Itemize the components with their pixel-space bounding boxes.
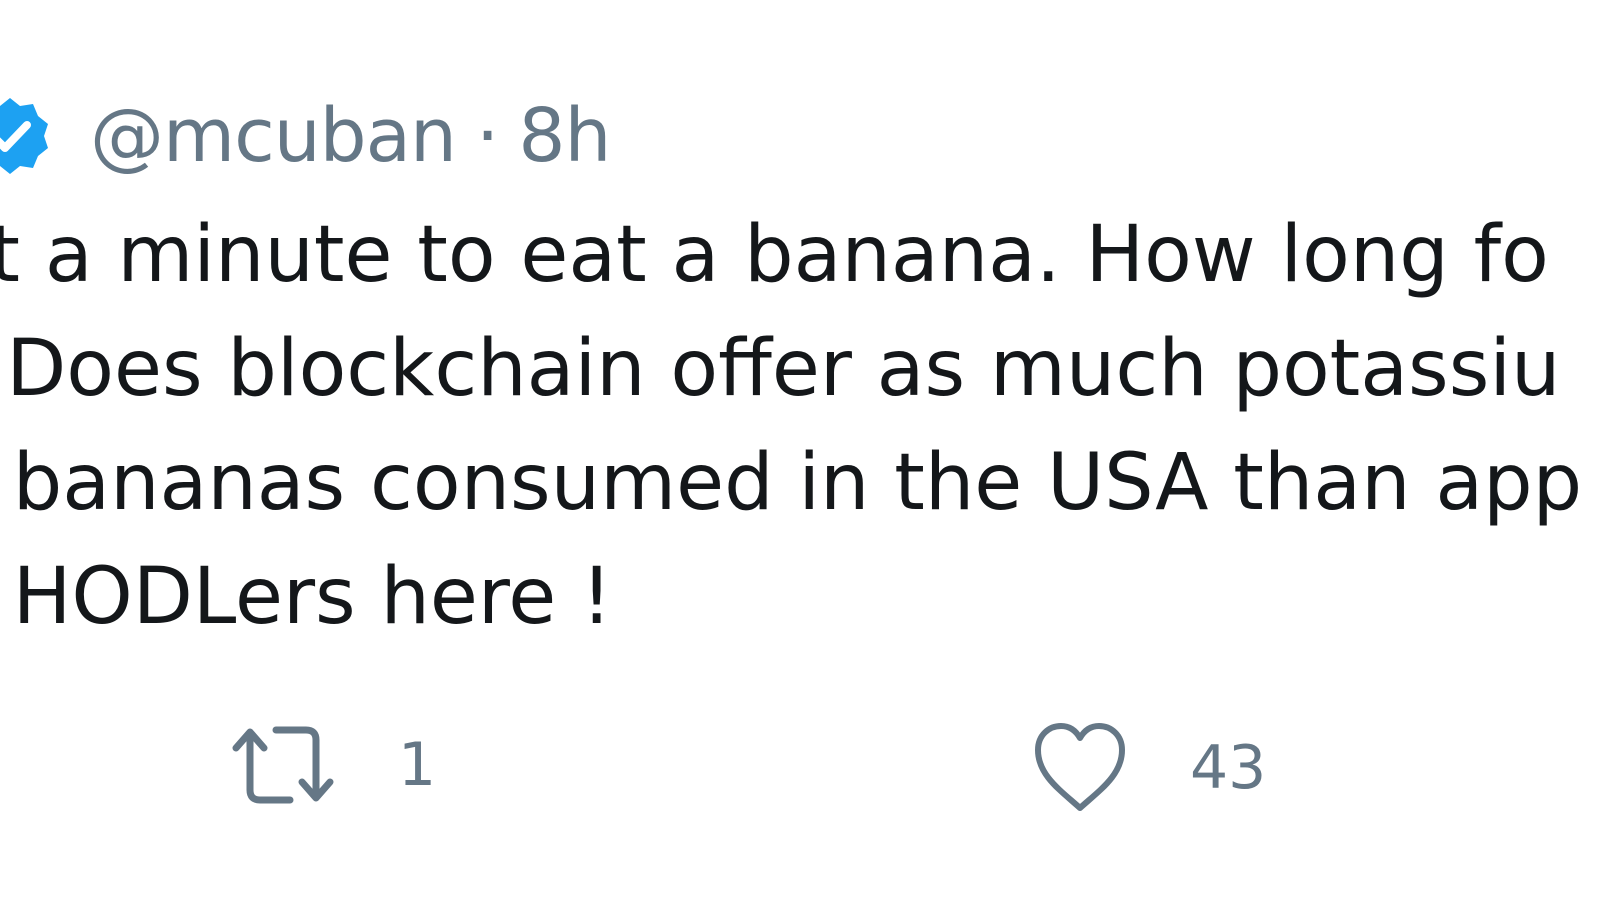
retweet-icon bbox=[228, 720, 338, 810]
tweet-timestamp[interactable]: 8h bbox=[518, 93, 611, 179]
user-handle[interactable]: @mcuban bbox=[90, 93, 457, 179]
header-separator: · bbox=[475, 93, 500, 179]
tweet-text-line: e bananas consumed in the USA than app bbox=[0, 438, 1583, 528]
retweet-count: 1 bbox=[398, 730, 437, 800]
like-count: 43 bbox=[1190, 732, 1267, 803]
tweet-actions: 1 43 bbox=[0, 720, 1600, 820]
tweet-card: @mcuban · 8h ut a minute to eat a banana… bbox=[0, 0, 1600, 900]
tweet-header: @mcuban · 8h bbox=[0, 86, 611, 186]
like-button[interactable]: 43 bbox=[1030, 720, 1266, 815]
retweet-button[interactable]: 1 bbox=[228, 720, 436, 810]
heart-icon bbox=[1030, 720, 1130, 815]
tweet-text-line: ut a minute to eat a banana. How long fo bbox=[0, 210, 1549, 300]
tweet-text-line: ? Does blockchain offer as much potassiu bbox=[0, 324, 1561, 414]
tweet-text: ut a minute to eat a banana. How long fo… bbox=[0, 198, 1600, 654]
tweet-text-line: e HODLers here ! bbox=[0, 552, 613, 642]
verified-badge-icon bbox=[0, 96, 50, 176]
